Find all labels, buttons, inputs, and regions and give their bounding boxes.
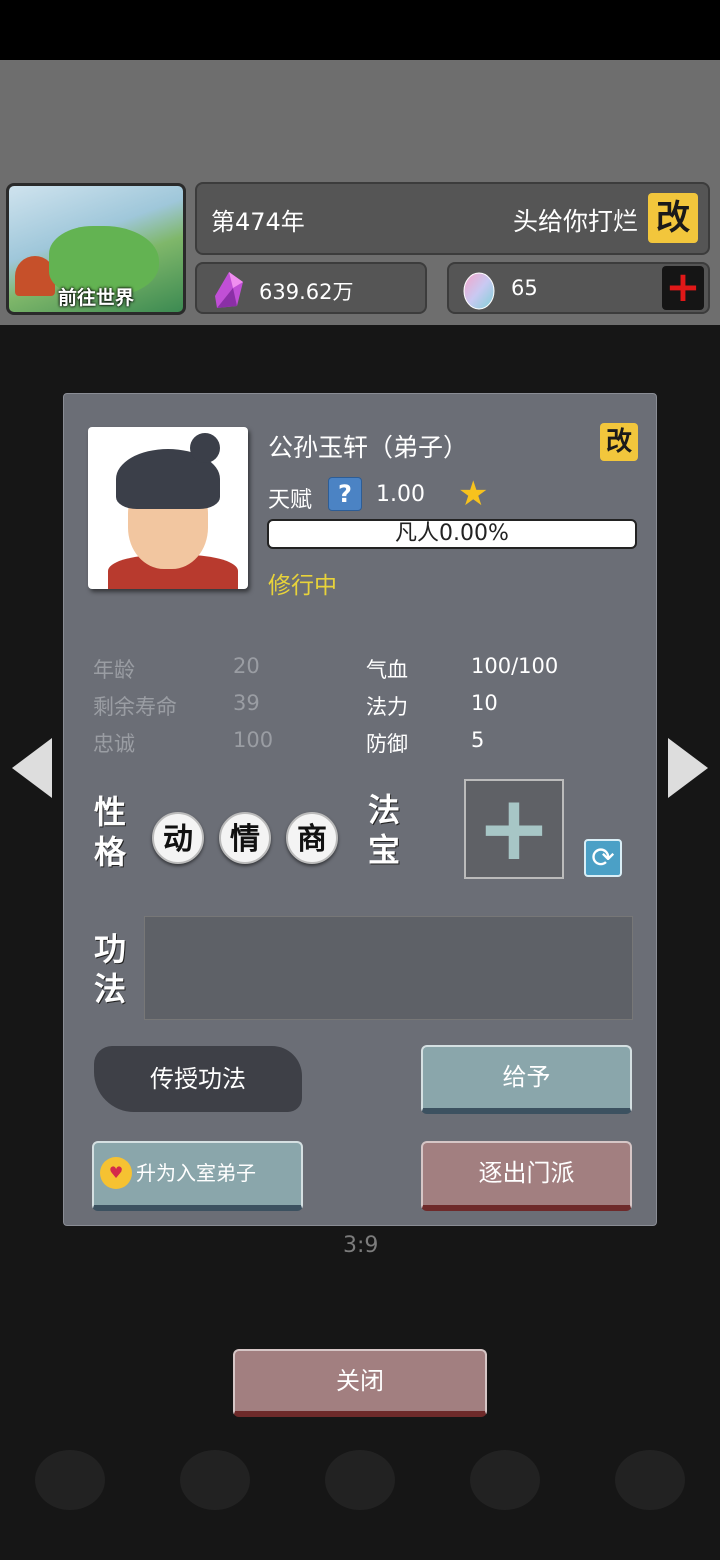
talent-value: 1.00 [376, 482, 425, 507]
trait-badge[interactable]: 动 [152, 812, 204, 864]
crystal-icon [215, 272, 243, 308]
rename-sect-button[interactable]: 改 [648, 193, 698, 243]
nav-item [450, 1450, 560, 1550]
stat-label-mana: 法力 [366, 695, 408, 719]
disciple-detail-dialog: 公孙玉轩（弟子） 改 天赋 ? 1.00 ★ 凡人0.00% 修行中 年龄 20… [63, 393, 657, 1226]
plus-icon: + [476, 776, 552, 881]
disciple-name: 公孙玉轩（弟子） [268, 433, 469, 462]
treasure-slot[interactable]: + [464, 779, 564, 879]
personality-label: 性 格 [93, 793, 126, 871]
year-text: 第474年 [211, 208, 305, 236]
stat-value-hp: 100/100 [471, 654, 559, 678]
spirit-stone-panel: 639.62万 [195, 262, 427, 314]
teach-skill-button[interactable]: 传授功法 [94, 1046, 302, 1112]
nav-item [160, 1450, 270, 1550]
cultivation-status: 修行中 [268, 573, 337, 599]
nav-item [305, 1450, 415, 1550]
close-button[interactable]: 关闭 [233, 1349, 487, 1417]
refresh-icon[interactable]: ⟳ [584, 839, 622, 877]
stat-value-age: 20 [233, 654, 260, 678]
stat-label-lifespan: 剩余寿命 [93, 695, 177, 719]
stat-label-age: 年龄 [93, 658, 135, 682]
stat-value-lifespan: 39 [233, 691, 260, 715]
give-button[interactable]: 给予 [421, 1045, 632, 1114]
egg-panel: 65 + [447, 262, 710, 314]
disciple-portrait [88, 427, 248, 589]
add-eggs-button[interactable]: + [662, 266, 704, 310]
stat-label-hp: 气血 [366, 658, 408, 682]
cultivation-progress-bar: 凡人0.00% [267, 519, 637, 549]
talent-help-button[interactable]: ? [328, 477, 362, 511]
trait-badge[interactable]: 商 [286, 812, 338, 864]
trait-badge[interactable]: 情 [219, 812, 271, 864]
expel-button[interactable]: 逐出门派 [421, 1141, 632, 1211]
stat-value-mana: 10 [471, 691, 498, 715]
world-map-button[interactable]: 前往世界 [6, 183, 186, 315]
star-icon: ★ [458, 474, 489, 514]
spirit-stone-value: 639.62万 [259, 280, 354, 304]
stat-value-loyalty: 100 [233, 728, 274, 752]
skill-slot-area[interactable] [144, 916, 633, 1020]
treasure-label: 法 宝 [367, 791, 400, 869]
nav-item [595, 1450, 705, 1550]
stat-label-defense: 防御 [366, 732, 408, 756]
status-bar [0, 0, 720, 60]
bottom-nav-dimmed [0, 1440, 720, 1560]
sect-name: 头给你打烂 [512, 207, 638, 236]
next-arrow-icon[interactable] [668, 738, 708, 798]
nav-item [15, 1450, 125, 1550]
promote-disciple-button[interactable]: ♥ 升为入室弟子 [92, 1141, 303, 1211]
promote-label: 升为入室弟子 [136, 1161, 256, 1185]
page-counter: 3:9 [343, 1233, 379, 1258]
egg-icon [463, 272, 495, 310]
stat-label-loyalty: 忠诚 [93, 732, 135, 756]
heart-eyes-icon: ♥ [100, 1157, 132, 1189]
previous-arrow-icon[interactable] [12, 738, 52, 798]
rename-disciple-button[interactable]: 改 [600, 423, 638, 461]
stat-value-defense: 5 [471, 728, 485, 752]
world-button-label: 前往世界 [57, 287, 134, 309]
talent-label: 天赋 [268, 488, 313, 513]
skill-label: 功 法 [93, 930, 126, 1008]
year-panel: 第474年 头给你打烂 改 [195, 182, 710, 255]
egg-value: 65 [511, 276, 538, 300]
progress-text: 凡人0.00% [395, 521, 509, 546]
